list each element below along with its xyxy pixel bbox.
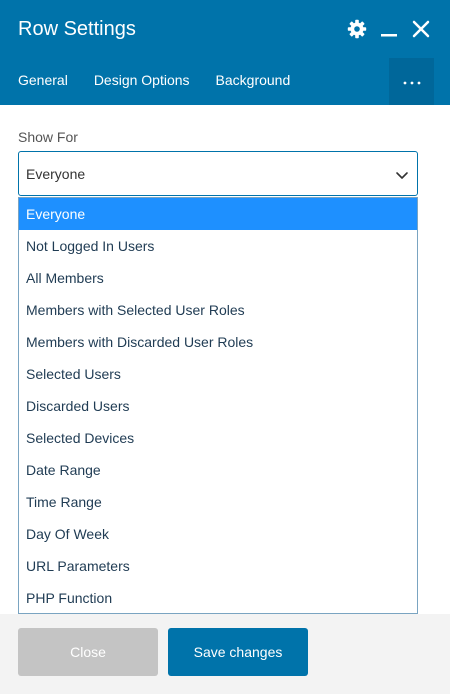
tab-design-options[interactable]: Design Options — [94, 68, 190, 92]
save-changes-button[interactable]: Save changes — [168, 628, 308, 676]
panel-header: Row Settings General Design Options Back… — [0, 0, 450, 105]
option-members-discarded-roles[interactable]: Members with Discarded User Roles — [19, 326, 417, 358]
chevron-down-icon — [395, 168, 409, 182]
close-button[interactable]: Close — [18, 628, 158, 676]
option-time-range[interactable]: Time Range — [19, 486, 417, 518]
show-for-label: Show For — [18, 129, 78, 145]
option-day-of-week[interactable]: Day Of Week — [19, 518, 417, 550]
show-for-selected-value: Everyone — [26, 166, 86, 182]
panel-footer: Close Save changes — [0, 614, 450, 694]
show-for-select[interactable]: Everyone — [18, 151, 418, 196]
option-selected-users[interactable]: Selected Users — [19, 358, 417, 390]
option-url-parameters[interactable]: URL Parameters — [19, 550, 417, 582]
option-date-range[interactable]: Date Range — [19, 454, 417, 486]
option-not-logged-in-users[interactable]: Not Logged In Users — [19, 230, 417, 262]
more-options-button[interactable] — [389, 58, 434, 105]
header-icons — [346, 18, 432, 40]
close-icon[interactable] — [410, 18, 432, 40]
option-php-function[interactable]: PHP Function — [19, 582, 417, 614]
more-dots-icon — [402, 73, 422, 91]
option-members-selected-roles[interactable]: Members with Selected User Roles — [19, 294, 417, 326]
tab-bar: General Design Options Background — [18, 68, 316, 92]
option-all-members[interactable]: All Members — [19, 262, 417, 294]
show-for-dropdown[interactable]: Everyone Not Logged In Users All Members… — [18, 197, 418, 614]
option-selected-devices[interactable]: Selected Devices — [19, 422, 417, 454]
option-everyone[interactable]: Everyone — [19, 198, 417, 230]
panel-title: Row Settings — [18, 18, 136, 40]
gear-icon[interactable] — [346, 18, 368, 40]
option-discarded-users[interactable]: Discarded Users — [19, 390, 417, 422]
minimize-icon[interactable] — [378, 18, 400, 40]
tab-general[interactable]: General — [18, 68, 68, 92]
tab-background[interactable]: Background — [216, 68, 291, 92]
